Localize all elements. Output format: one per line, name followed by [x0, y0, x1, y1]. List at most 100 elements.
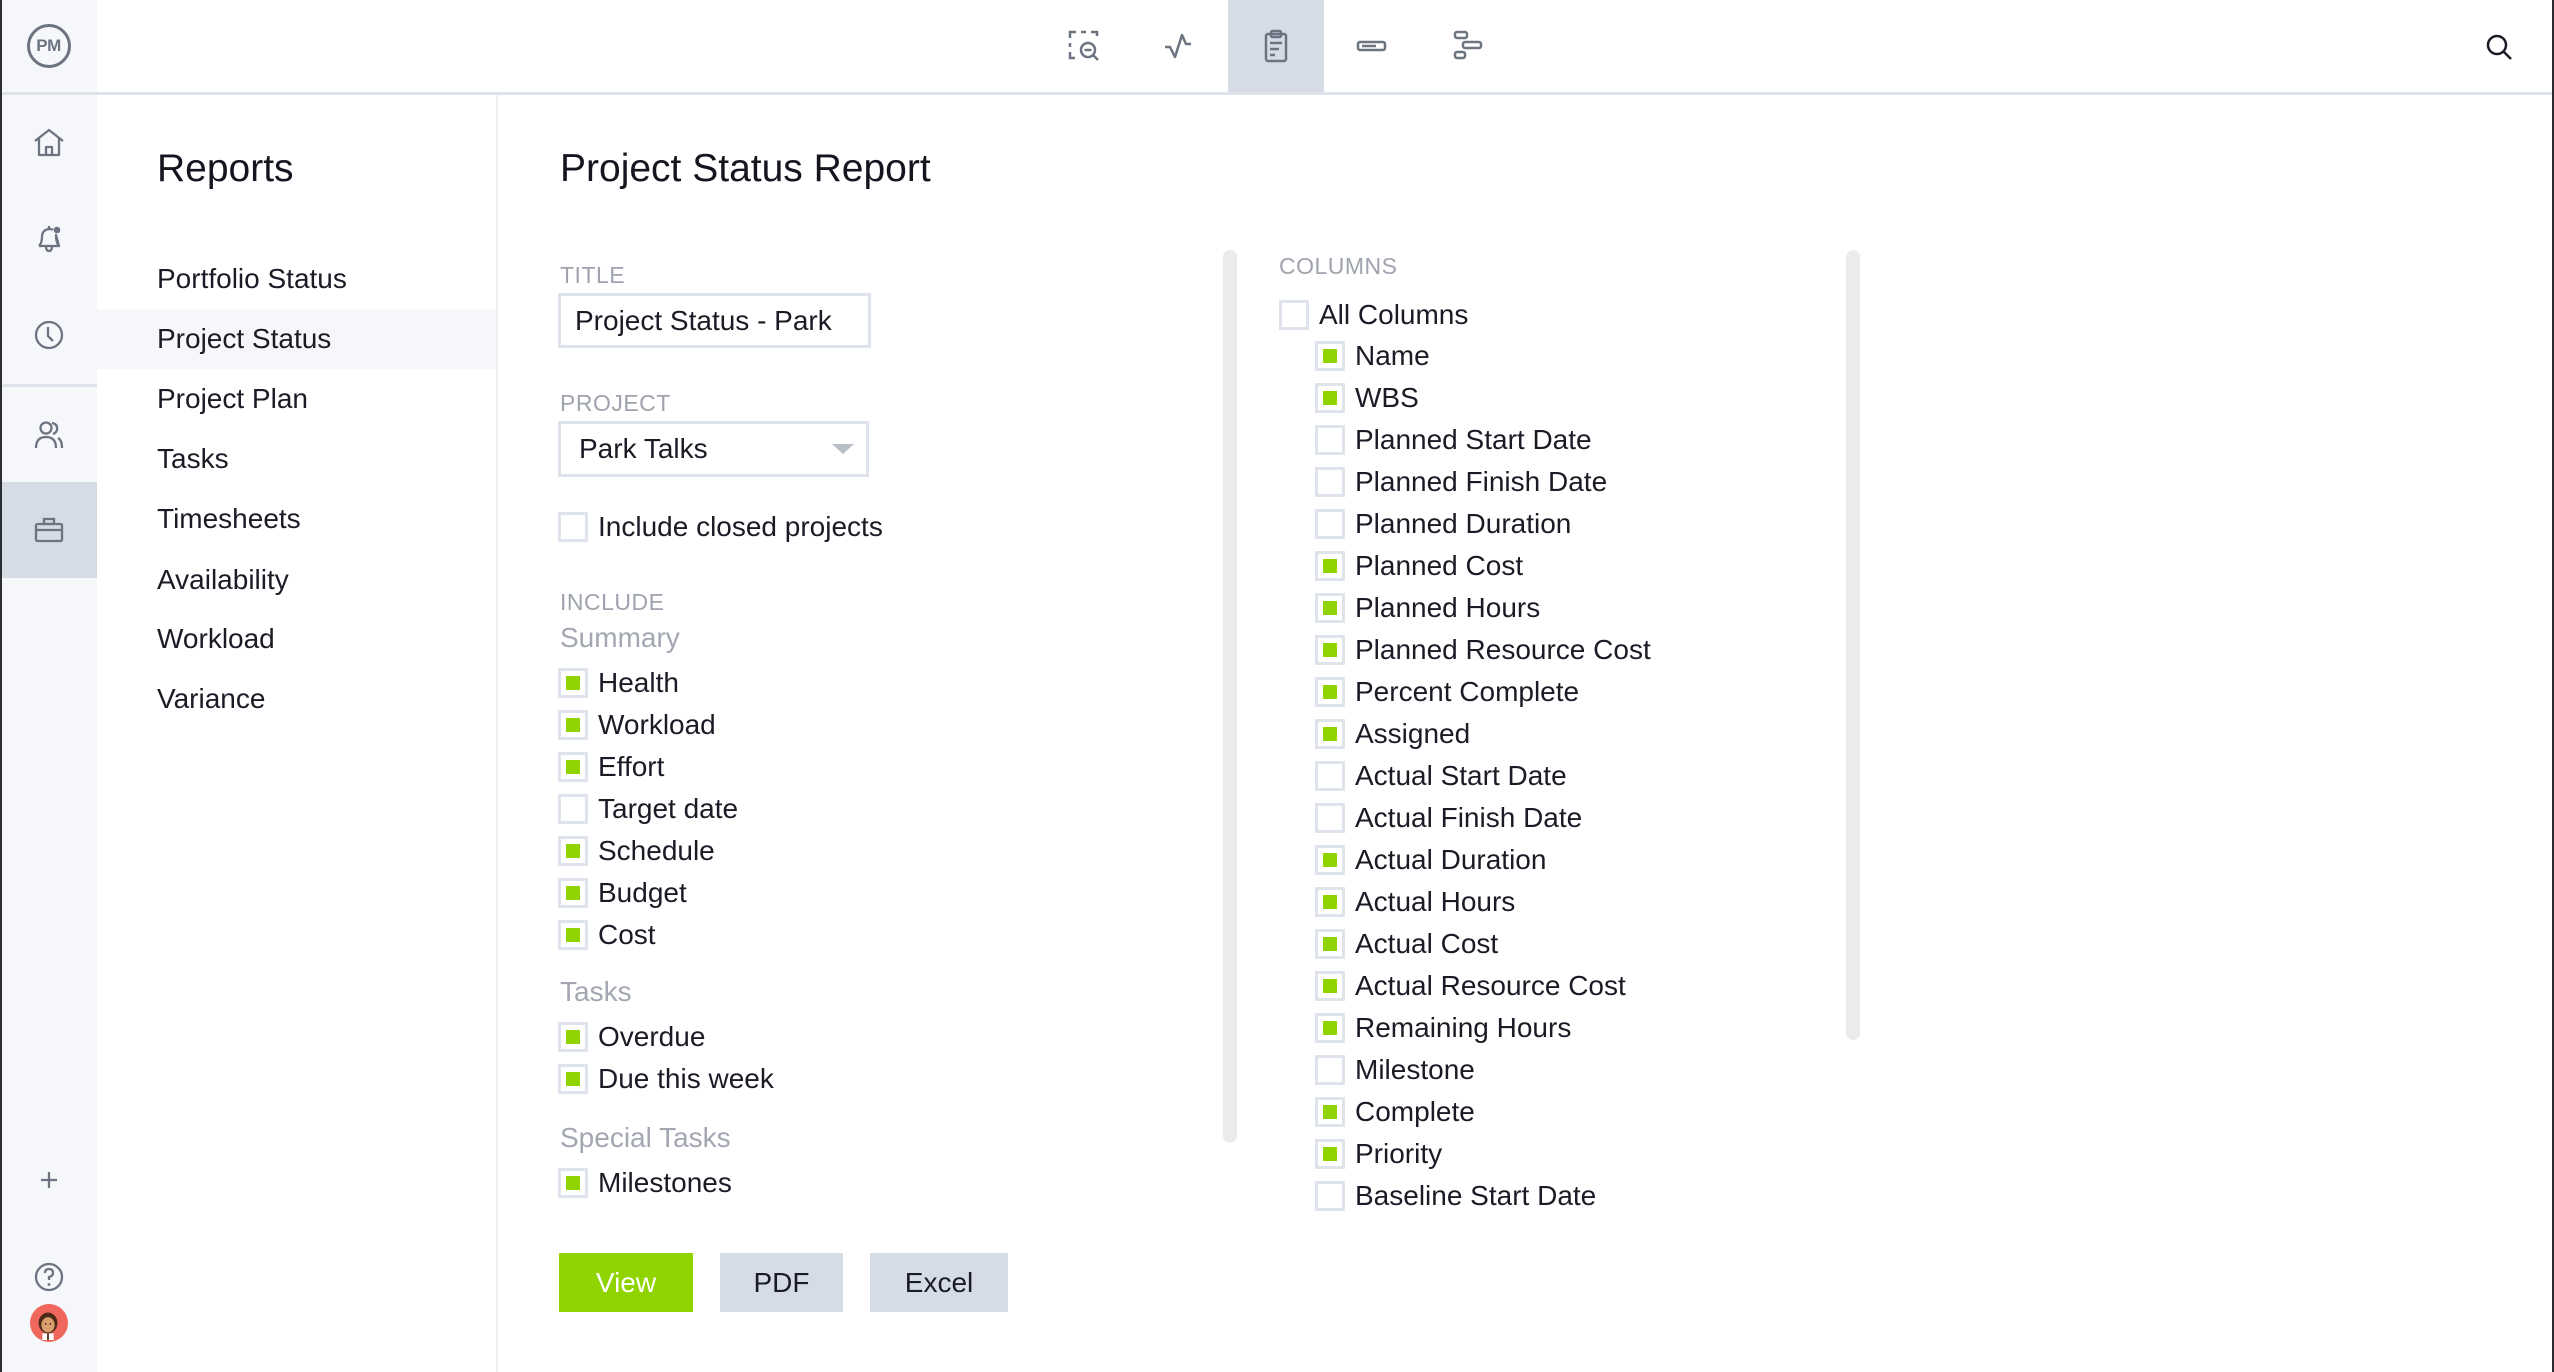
nav-item-tasks[interactable]: Tasks: [97, 429, 496, 489]
checkbox-box: [558, 710, 588, 740]
checkbox-label: Planned Start Date: [1355, 424, 1592, 455]
checkbox-box: [1315, 1055, 1345, 1085]
checkbox-actual-start-date[interactable]: Actual Start Date: [1315, 756, 1567, 796]
rail-item-add[interactable]: [0, 1132, 97, 1228]
logo-cell[interactable]: PM: [0, 0, 97, 92]
rail-item-home[interactable]: [0, 95, 97, 191]
include-scrollbar[interactable]: [1223, 250, 1237, 1143]
pdf-button[interactable]: PDF: [720, 1253, 843, 1312]
project-select-value: Park Talks: [579, 433, 708, 464]
checkbox-cost[interactable]: Cost: [558, 915, 656, 955]
checkbox-box: [1315, 551, 1345, 581]
tab-reports-view[interactable]: [1228, 0, 1324, 92]
tab-dashboard-view[interactable]: [1132, 0, 1228, 92]
checkbox-name[interactable]: Name: [1315, 336, 1430, 376]
all-columns-label: All Columns: [1319, 299, 1469, 330]
rail-item-team[interactable]: [0, 387, 97, 483]
columns-scrollbar[interactable]: [1846, 250, 1860, 1040]
gantt-icon: [1453, 30, 1483, 60]
rail-item-projects[interactable]: [0, 482, 97, 578]
checkbox-box: [558, 1168, 588, 1198]
top-bar: PM: [0, 0, 2554, 95]
checkbox-planned-duration[interactable]: Planned Duration: [1315, 504, 1571, 544]
checkbox-box: [1315, 341, 1345, 371]
checkbox-planned-cost[interactable]: Planned Cost: [1315, 546, 1523, 586]
checkbox-box: [1315, 845, 1345, 875]
checkbox-label: Effort: [598, 751, 665, 782]
checkbox-actual-finish-date[interactable]: Actual Finish Date: [1315, 798, 1582, 838]
checkbox-box: [1279, 300, 1309, 330]
checkbox-box: [1315, 467, 1345, 497]
title-input[interactable]: [558, 293, 871, 348]
checkbox-due-this-week[interactable]: Due this week: [558, 1059, 774, 1099]
columns-label: COLUMNS: [1279, 253, 1398, 279]
checkbox-planned-finish-date[interactable]: Planned Finish Date: [1315, 462, 1607, 502]
checkbox-actual-duration[interactable]: Actual Duration: [1315, 840, 1546, 880]
nav-item-availability[interactable]: Availability: [97, 550, 496, 610]
nav-item-variance[interactable]: Variance: [97, 669, 496, 729]
checkbox-label: Priority: [1355, 1138, 1443, 1169]
checkbox-remaining-hours[interactable]: Remaining Hours: [1315, 1008, 1571, 1048]
view-tabs: [1036, 0, 1516, 92]
checkbox-box: [1315, 1181, 1345, 1211]
checkbox-label: Assigned: [1355, 718, 1471, 749]
checkbox-schedule[interactable]: Schedule: [558, 831, 715, 871]
nav-item-project-plan[interactable]: Project Plan: [97, 369, 496, 429]
rail-item-timesheets[interactable]: [0, 287, 97, 383]
search-button[interactable]: [2476, 24, 2524, 72]
checkbox-planned-hours[interactable]: Planned Hours: [1315, 588, 1540, 628]
checkbox-box: [1315, 1013, 1345, 1043]
checkbox-label: WBS: [1355, 382, 1419, 413]
home-icon: [33, 128, 64, 157]
checkbox-baseline-start-date[interactable]: Baseline Start Date: [1315, 1176, 1596, 1216]
checkbox-planned-start-date[interactable]: Planned Start Date: [1315, 420, 1592, 460]
checkbox-effort[interactable]: Effort: [558, 747, 664, 787]
checkbox-complete[interactable]: Complete: [1315, 1092, 1475, 1132]
project-select[interactable]: Park Talks: [558, 421, 869, 477]
checkbox-milestones[interactable]: Milestones: [558, 1163, 732, 1203]
group-label-summary: Summary: [560, 622, 680, 653]
checkbox-label: Cost: [598, 919, 656, 950]
checkbox-workload[interactable]: Workload: [558, 705, 716, 745]
checkbox-overdue[interactable]: Overdue: [558, 1017, 705, 1057]
tab-gantt-view[interactable]: [1420, 0, 1516, 92]
checkbox-actual-resource-cost[interactable]: Actual Resource Cost: [1315, 966, 1626, 1006]
checkbox-label: Planned Resource Cost: [1355, 634, 1651, 665]
nav-item-workload[interactable]: Workload: [97, 609, 496, 669]
rail-item-profile[interactable]: [0, 1275, 97, 1371]
rail-item-notifications[interactable]: [0, 191, 97, 287]
checkbox-percent-complete[interactable]: Percent Complete: [1315, 672, 1579, 712]
search-icon: [2486, 34, 2512, 60]
checkbox-label: Milestone: [1355, 1054, 1475, 1085]
checkbox-box: [558, 668, 588, 698]
checkbox-milestone[interactable]: Milestone: [1315, 1050, 1475, 1090]
excel-button[interactable]: Excel: [870, 1253, 1008, 1312]
checkbox-label: Baseline Start Date: [1355, 1180, 1597, 1211]
briefcase-icon: [34, 517, 63, 543]
bar-icon: [1356, 40, 1387, 52]
checkbox-label: Planned Hours: [1355, 592, 1541, 623]
checkbox-target-date[interactable]: Target date: [558, 789, 738, 829]
view-button[interactable]: View: [559, 1253, 693, 1312]
checkbox-box: [558, 1064, 588, 1094]
checkbox-actual-hours[interactable]: Actual Hours: [1315, 882, 1515, 922]
tab-workload-view[interactable]: [1324, 0, 1420, 92]
nav-item-portfolio-status[interactable]: Portfolio Status: [97, 249, 496, 309]
pulse-icon: [1165, 33, 1191, 59]
checkbox-label: Milestones: [598, 1167, 732, 1198]
checkbox-assigned[interactable]: Assigned: [1315, 714, 1470, 754]
checkbox-box: [1315, 383, 1345, 413]
checkbox-wbs[interactable]: WBS: [1315, 378, 1419, 418]
checkbox-box: [1315, 593, 1345, 623]
include-closed-checkbox[interactable]: Include closed projects: [558, 507, 883, 547]
checkbox-priority[interactable]: Priority: [1315, 1134, 1442, 1174]
checkbox-planned-resource-cost[interactable]: Planned Resource Cost: [1315, 630, 1651, 670]
checkbox-budget[interactable]: Budget: [558, 873, 687, 913]
tab-portfolio-view[interactable]: [1036, 0, 1132, 92]
checkbox-health[interactable]: Health: [558, 663, 679, 703]
nav-item-timesheets[interactable]: Timesheets: [97, 489, 496, 549]
all-columns-checkbox[interactable]: All Columns: [1279, 295, 1468, 335]
checkbox-label: Budget: [598, 877, 687, 908]
checkbox-actual-cost[interactable]: Actual Cost: [1315, 924, 1498, 964]
nav-item-project-status[interactable]: Project Status: [97, 309, 496, 369]
